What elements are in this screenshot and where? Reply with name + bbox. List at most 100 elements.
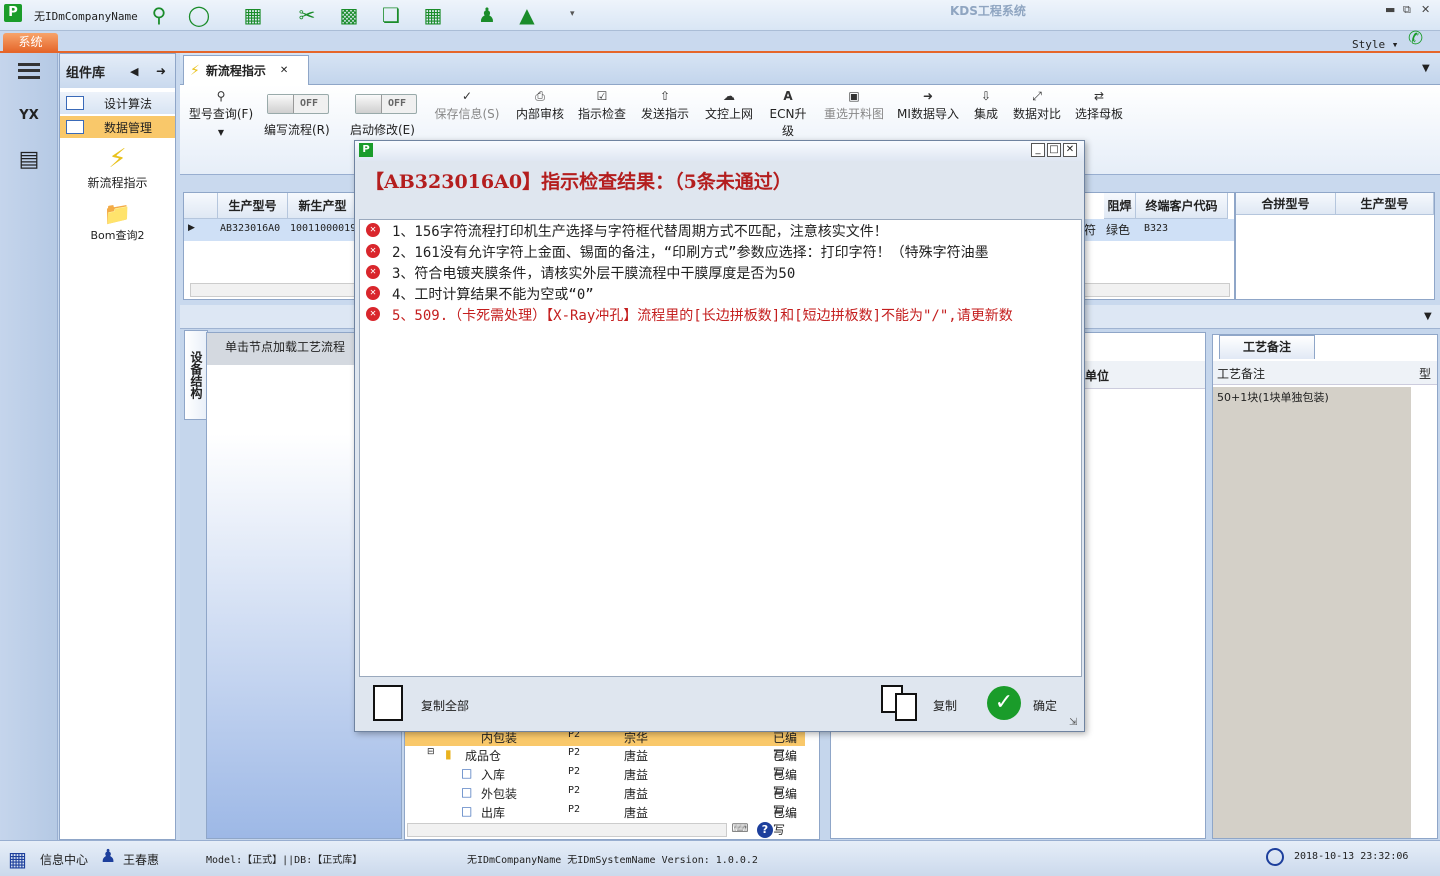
select-mother-button[interactable]: ⇄ 选择母板 bbox=[1072, 89, 1126, 129]
grid-header[interactable]: 生产型号 bbox=[218, 193, 288, 219]
clock-icon bbox=[1266, 848, 1284, 866]
error-list: ✕ 1、156字符流程打印机生产选择与字符框代替周期方式不匹配，注意核实文件！ ✕… bbox=[359, 219, 1082, 677]
check-instruction-button[interactable]: ☑ 指示检查 bbox=[576, 89, 628, 129]
resize-grip-icon[interactable]: ⇲ bbox=[1069, 717, 1077, 728]
film-icon[interactable]: ▩ bbox=[336, 3, 362, 27]
cell: P2 bbox=[568, 747, 581, 758]
cell: 绿色 bbox=[1106, 223, 1131, 237]
restore-icon[interactable]: ⧉ bbox=[1403, 3, 1411, 17]
table-icon[interactable]: ▦ bbox=[240, 3, 266, 27]
button-label: 集成 bbox=[973, 107, 998, 121]
copy-icon[interactable] bbox=[881, 685, 921, 721]
copy-window-icon[interactable]: ❏ bbox=[378, 3, 404, 27]
button-label: ECN升级 bbox=[769, 107, 807, 138]
menu-icon[interactable] bbox=[11, 53, 47, 89]
tab-craft-notes[interactable]: 工艺备注 bbox=[1219, 335, 1315, 359]
tab-system[interactable]: 系统 bbox=[3, 33, 58, 52]
close-icon[interactable]: ✕ bbox=[1421, 3, 1430, 16]
keyboard-icon[interactable]: ⌨ bbox=[727, 821, 753, 839]
reselect-drawing-button[interactable]: ▣ 重选开料图 bbox=[822, 89, 886, 129]
component-item-design-algorithm[interactable]: 设计算法 bbox=[60, 92, 175, 114]
windows-grid-icon[interactable]: ▦ bbox=[8, 847, 27, 871]
grid-header[interactable]: 阻焊 bbox=[1104, 193, 1136, 219]
system-version: 无IDmCompanyName 无IDmSystemName Version: … bbox=[467, 855, 758, 866]
craft-column-header[interactable]: 工艺备注 bbox=[1217, 365, 1265, 382]
list-window-icon bbox=[66, 120, 84, 134]
tile-new-flow[interactable]: ⚡ 新流程指示 bbox=[60, 144, 175, 191]
craft-note-text[interactable]: 50+1块(1块单独包装) bbox=[1213, 387, 1411, 838]
help-icon[interactable]: ? bbox=[757, 822, 773, 838]
internal-review-button[interactable]: ⎙ 内部审核 bbox=[514, 89, 566, 129]
lightning-icon: ⚡ bbox=[108, 144, 127, 174]
tile-bom-query[interactable]: 📁 Bom查询2 bbox=[60, 202, 175, 243]
grid-header[interactable]: 生产型号 bbox=[1336, 193, 1434, 215]
minimize-icon[interactable]: _ bbox=[1031, 143, 1045, 157]
ok-check-icon[interactable]: ✓ bbox=[987, 686, 1021, 720]
ecn-upgrade-button[interactable]: A ECN升级 bbox=[764, 89, 812, 138]
tile-label: Bom查询2 bbox=[90, 229, 145, 242]
button-label: 文控上网 bbox=[704, 107, 753, 121]
model-query-button[interactable]: ⚲ 型号查询(F) ▼ bbox=[186, 89, 256, 137]
grid-header[interactable]: 终端客户代码 bbox=[1136, 193, 1228, 219]
close-icon[interactable]: ✕ bbox=[1063, 143, 1077, 157]
type-column-header[interactable]: 型 bbox=[1419, 365, 1431, 382]
grid-header[interactable]: 合拼型号 bbox=[1236, 193, 1336, 215]
tab-list-dropdown-icon[interactable]: ▼ bbox=[1422, 63, 1430, 74]
scissors-icon[interactable]: ✂ bbox=[294, 3, 320, 27]
error-icon: ✕ bbox=[366, 265, 380, 279]
grid-header[interactable]: 新生产型 bbox=[288, 193, 358, 219]
phone-icon[interactable]: ✆ bbox=[1408, 28, 1423, 49]
collapse-left-icon[interactable]: ◀ bbox=[130, 65, 138, 78]
pin-icon[interactable]: ➜ bbox=[156, 64, 166, 78]
tree-row[interactable]: □ 外包装 P2 唐益 已编写 bbox=[405, 783, 805, 818]
mi-import-button[interactable]: ➜ MI数据导入 bbox=[896, 89, 960, 129]
area-chart-icon[interactable]: ▲ bbox=[514, 3, 540, 27]
copy-button[interactable]: 复制 bbox=[933, 697, 957, 714]
save-info-button[interactable]: ✓ 保存信息(S) bbox=[432, 89, 502, 129]
search-icon[interactable]: ⚲ bbox=[146, 3, 172, 27]
minimize-icon[interactable]: ▬ bbox=[1385, 3, 1395, 16]
grid-apps-icon[interactable]: ▦ bbox=[420, 3, 446, 27]
doc-upload-button[interactable]: ☁ 文控上网 bbox=[702, 89, 756, 129]
tree-row[interactable]: □ 出库 P2 唐益 已编写 bbox=[405, 802, 805, 837]
tab-new-flow[interactable]: ⚡ 新流程指示 ✕ bbox=[183, 55, 309, 85]
yx-factory-icon[interactable]: YX bbox=[11, 97, 47, 133]
customize-dropdown-icon[interactable]: ▾ bbox=[570, 9, 575, 19]
unit-column-header[interactable]: 单位 bbox=[1085, 367, 1109, 384]
maximize-icon[interactable]: □ bbox=[1047, 143, 1061, 157]
cell: AB323016A0 bbox=[220, 223, 281, 234]
message-text: 3、符合电镀夹膜条件，请核实外层干膜流程中干膜厚度是否为50 bbox=[392, 266, 796, 282]
dropdown-arrow-icon[interactable]: ▼ bbox=[1424, 311, 1432, 322]
dialog-footer: 复制全部 复制 ✓ 确定 ⇲ bbox=[355, 679, 1084, 731]
info-center-link[interactable]: 信息中心 bbox=[40, 851, 88, 868]
lifebuoy-icon[interactable]: ◯ bbox=[186, 3, 212, 27]
document-icon: □ bbox=[461, 804, 473, 818]
component-item-data-management[interactable]: 数据管理 bbox=[60, 116, 175, 138]
start-modify-toggle[interactable]: OFF bbox=[355, 94, 417, 114]
document-icon[interactable] bbox=[373, 685, 403, 721]
user-icon[interactable]: ♟ bbox=[474, 3, 500, 27]
send-instruction-button[interactable]: ⇧ 发送指示 bbox=[638, 89, 692, 129]
collapse-icon[interactable]: ⊟ bbox=[427, 747, 435, 757]
splitter[interactable] bbox=[1234, 193, 1236, 299]
cell: 唐益 bbox=[624, 749, 649, 763]
ok-button[interactable]: 确定 bbox=[1033, 697, 1057, 714]
tree-row[interactable]: □ 入库 P2 唐益 已编写 bbox=[405, 764, 805, 799]
integrate-button[interactable]: ⇩ 集成 bbox=[970, 89, 1002, 129]
calculator-icon[interactable]: ▤ bbox=[11, 141, 47, 177]
dialog-titlebar[interactable]: P _ □ ✕ bbox=[355, 141, 1084, 161]
sign-in-icon: ➜ bbox=[922, 89, 934, 103]
style-dropdown[interactable]: Style ▾ bbox=[1352, 38, 1398, 51]
lightning-icon: ⚡ bbox=[190, 62, 200, 79]
close-tab-icon[interactable]: ✕ bbox=[280, 65, 288, 76]
tree-scrollbar[interactable] bbox=[407, 823, 727, 837]
edit-flow-toggle[interactable]: OFF bbox=[267, 94, 329, 114]
data-compare-button[interactable]: ⤢ 数据对比 bbox=[1010, 89, 1064, 129]
tree-row[interactable]: ⊟ ▮ 成品仓 P2 唐益 已编写 bbox=[405, 745, 805, 780]
copy-all-button[interactable]: 复制全部 bbox=[421, 697, 469, 714]
status-bar: ▦ 信息中心 ♟ 王春惠 Model:【正式】||DB:【正式库】 无IDmCo… bbox=[0, 840, 1440, 876]
tab-equipment-structure[interactable]: 设备结构 bbox=[184, 330, 208, 420]
current-user: 王春惠 bbox=[123, 853, 160, 867]
compress-icon: ⤢ bbox=[1032, 89, 1042, 103]
toggle-state: OFF bbox=[388, 98, 407, 109]
